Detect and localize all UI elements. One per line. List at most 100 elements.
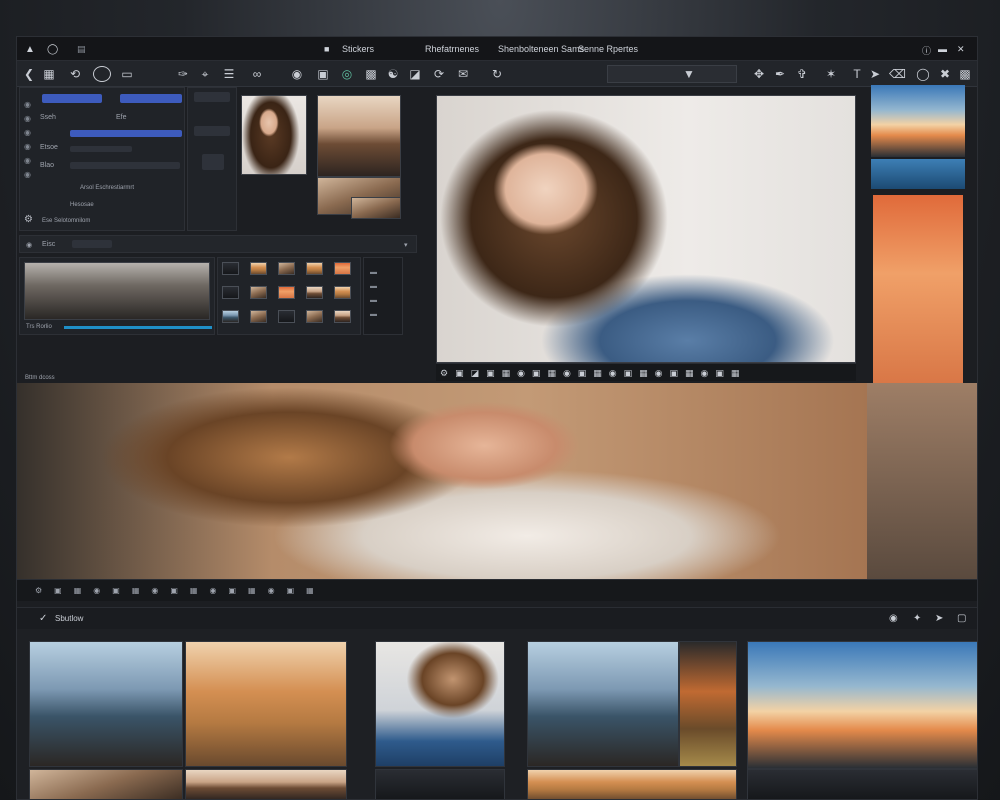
brush-icon[interactable]: ✑ [175, 66, 191, 82]
library-header: ✓ Sbutlow ◉ ✦ ➤ ▢ [17, 607, 977, 629]
info-icon[interactable]: ⓘ [922, 44, 931, 57]
stamp-icon[interactable]: ✖ [937, 66, 953, 82]
lasso-icon[interactable]: ◯ [915, 66, 931, 82]
grid-thumb[interactable] [306, 262, 323, 275]
library-thumb-row2[interactable] [185, 769, 347, 799]
controls-icons[interactable]: ▬ ▬ ▬ ▬ [370, 266, 377, 322]
filmstrip: Trs Rorlio [19, 257, 215, 335]
eye-icon[interactable]: ◉ [289, 66, 305, 82]
window-minimize-icon[interactable]: ▬ [938, 44, 947, 54]
text-icon[interactable]: T [849, 66, 865, 82]
library-thumb-sunset-tree[interactable] [679, 641, 737, 767]
share-icon[interactable]: ➤ [935, 613, 943, 624]
eye-icon[interactable]: ◉ [889, 613, 898, 624]
layer-row-selected[interactable] [70, 130, 182, 137]
menu-item-2[interactable]: Shenbolteneen Sams [498, 44, 584, 54]
stack-icon[interactable]: ▩ [363, 66, 379, 82]
layer-row[interactable] [42, 94, 102, 103]
grid-thumb[interactable] [222, 262, 239, 275]
tool-slot[interactable] [202, 154, 224, 170]
grid-thumb[interactable] [250, 262, 267, 275]
layer-visibility-icons[interactable]: ◉ ◉ ◉ ◉ ◉ ◉ [24, 98, 31, 182]
move-icon[interactable]: ✥ [751, 66, 767, 82]
secondary-canvas-image[interactable] [17, 383, 867, 579]
preview-blue[interactable] [871, 159, 965, 189]
pen-icon[interactable]: ✒ [772, 66, 788, 82]
chat-icon[interactable]: ✉ [455, 66, 471, 82]
grid-thumb[interactable] [250, 310, 267, 323]
cursor-icon[interactable]: ➤ [867, 66, 883, 82]
filter-icon[interactable]: ◉ [26, 241, 32, 249]
app-label: Stickers [342, 44, 375, 54]
library-thumb-coast[interactable] [527, 641, 679, 767]
preview-sunset[interactable] [871, 85, 965, 157]
box-icon[interactable]: ▭ [119, 66, 135, 82]
link-icon[interactable]: ∞ [249, 66, 265, 82]
grid-icon[interactable]: ▦ [41, 66, 57, 82]
filmstrip-preview[interactable] [24, 262, 210, 320]
wand-icon[interactable]: ✶ [823, 66, 839, 82]
tool-slot[interactable] [194, 126, 230, 136]
library-thumb-sea-cliff[interactable] [29, 641, 183, 767]
library-thumb-portrait[interactable] [375, 641, 505, 767]
globe-icon[interactable]: ☯ [385, 66, 401, 82]
back-icon[interactable]: ❮ [21, 66, 37, 82]
sparkle-icon[interactable]: ✦ [913, 613, 921, 624]
filter-chip[interactable] [72, 240, 112, 248]
menu-item-1[interactable]: Rhefatrnenes [425, 44, 479, 54]
expand-icon[interactable]: ▢ [957, 613, 966, 624]
grid-thumb[interactable] [334, 310, 351, 323]
grid-thumb[interactable] [278, 310, 295, 323]
layer-row[interactable] [70, 146, 132, 152]
erase-icon[interactable]: ⌫ [889, 66, 906, 82]
library-thumb-row2[interactable] [527, 769, 737, 799]
secondary-tool-icons[interactable]: ⚙▣▦◉▣▦◉▣▦◉▣▦◉▣▦ [35, 586, 326, 595]
mountain-thumbnail[interactable] [317, 95, 401, 177]
menu-icon[interactable]: ▤ [77, 44, 86, 55]
grid-thumb[interactable] [334, 262, 351, 275]
palette-icon[interactable]: ▩ [957, 66, 973, 82]
window-close-icon[interactable]: ✕ [957, 44, 965, 55]
grid-thumb[interactable] [306, 286, 323, 299]
sync-icon[interactable]: ◯ [47, 44, 58, 55]
frame-icon[interactable]: ▣ [315, 66, 331, 82]
target-icon[interactable]: ◎ [339, 66, 355, 82]
library-thumb-row2[interactable] [375, 769, 505, 799]
library-thumb-desert[interactable] [185, 641, 347, 767]
library-thumb-row2[interactable] [29, 769, 183, 799]
search-input[interactable] [607, 65, 737, 83]
library-thumb-ocean-rock[interactable] [747, 641, 977, 769]
app-logo-icon: ▲ [25, 44, 35, 55]
grid-thumb[interactable] [278, 262, 295, 275]
settings-icon[interactable]: ⚙ [24, 214, 33, 225]
filmstrip-progress[interactable] [64, 326, 212, 329]
sticker-icon: ■ [324, 44, 330, 54]
menu-item-3[interactable]: Senne Rpertes [578, 44, 638, 54]
crop-icon[interactable]: ⌖ [197, 66, 213, 82]
layer-row[interactable] [120, 94, 182, 103]
refresh-icon[interactable]: ↻ [489, 66, 505, 82]
main-canvas-image[interactable] [436, 95, 856, 363]
layer-row[interactable] [70, 162, 180, 169]
layers-icon[interactable]: ☰ [221, 66, 237, 82]
image-icon[interactable]: ◪ [407, 66, 423, 82]
loop-icon[interactable]: ⟲ [67, 66, 83, 82]
rock-thumbnail-small[interactable] [351, 197, 401, 219]
rotate-icon[interactable]: ⟳ [431, 66, 447, 82]
grid-thumb[interactable] [306, 310, 323, 323]
select-icon[interactable]: ▼ [681, 66, 697, 82]
grid-thumb[interactable] [222, 310, 239, 323]
canvas-tool-icons[interactable]: ⚙▣◪▣▦◉▣▦◉▣▦◉▣▦◉▣▦◉▣▦ [440, 368, 746, 379]
circle-tool-icon[interactable] [93, 66, 111, 82]
preview-orange[interactable] [873, 195, 963, 391]
portrait-thumbnail[interactable] [241, 95, 307, 175]
grid-thumb[interactable] [278, 286, 295, 299]
grid-thumb[interactable] [250, 286, 267, 299]
vertical-controls: ▬ ▬ ▬ ▬ [363, 257, 403, 335]
chevron-down-icon[interactable]: ▾ [404, 241, 408, 249]
pin-icon[interactable]: ✞ [794, 66, 810, 82]
library-thumb-row2[interactable] [747, 769, 977, 799]
grid-thumb[interactable] [334, 286, 351, 299]
grid-thumb[interactable] [222, 286, 239, 299]
tool-slot[interactable] [194, 92, 230, 102]
